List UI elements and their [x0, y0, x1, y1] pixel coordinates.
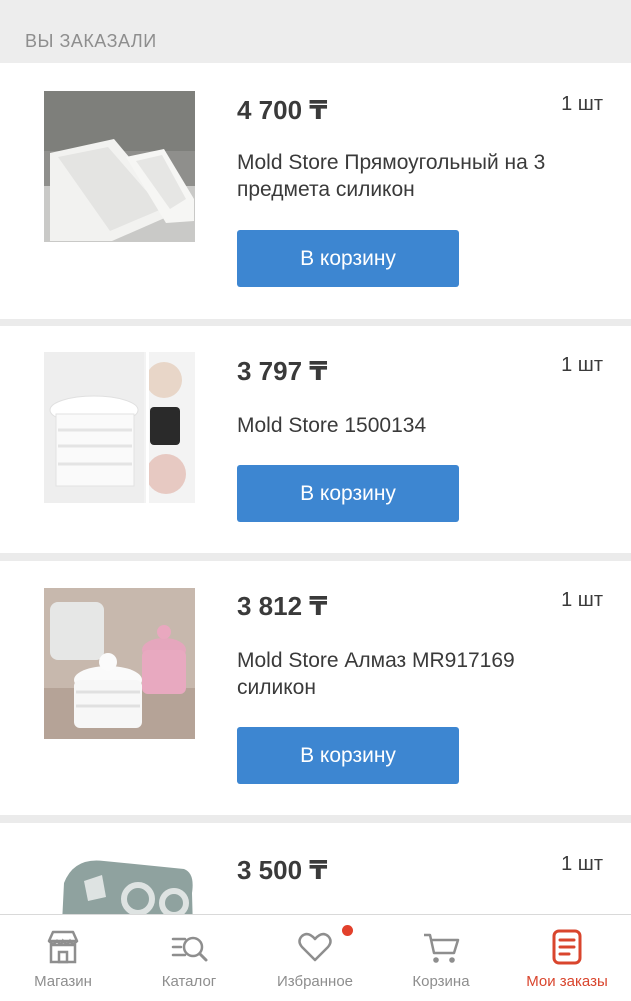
- product-price: 3 812 ₸: [237, 591, 328, 621]
- heart-icon: [295, 925, 353, 967]
- tab-favorites[interactable]: Избранное: [252, 915, 378, 1001]
- cart-icon: [421, 927, 461, 967]
- tab-favorites-label: Избранное: [276, 973, 354, 990]
- tab-shop[interactable]: Магазин: [0, 915, 126, 1001]
- product-title[interactable]: Mold Store Алмаз MR917169 силикон: [237, 647, 597, 701]
- jar-mold-collage-image[interactable]: [44, 352, 195, 503]
- product-price: 3 500 ₸: [237, 855, 328, 885]
- product-quantity: 1 шт: [561, 853, 603, 875]
- tab-cart-label: Корзина: [412, 973, 470, 990]
- add-to-cart-button[interactable]: В корзину: [237, 727, 459, 784]
- diamond-jar-mold-image[interactable]: [44, 588, 195, 739]
- tab-catalog-label: Каталог: [161, 973, 217, 990]
- product-title[interactable]: Mold Store 1500134: [237, 412, 597, 439]
- order-card: 3 812 ₸ 1 шт Mold Store Алмаз MR917169 с…: [0, 561, 631, 815]
- catalog-search-icon: [169, 927, 209, 967]
- orders-icon: [547, 927, 587, 967]
- section-title: ВЫ ЗАКАЗАЛИ: [25, 31, 157, 51]
- product-price: 4 700 ₸: [237, 95, 328, 125]
- product-price: 3 797 ₸: [237, 356, 328, 386]
- order-card: 4 700 ₸ 1 шт Mold Store Прямоугольный на…: [0, 63, 631, 319]
- order-card: 3 500 ₸ 1 шт: [0, 823, 631, 914]
- tab-my-orders-label: Мои заказы: [526, 973, 608, 990]
- bottom-tab-bar: Магазин Каталог Избранное Корзина Мои за…: [0, 914, 631, 1001]
- rectangular-silicone-mold-image[interactable]: [44, 91, 195, 242]
- order-card: 3 797 ₸ 1 шт Mold Store 1500134 В корзин…: [0, 326, 631, 553]
- add-to-cart-button[interactable]: В корзину: [237, 465, 459, 522]
- product-title[interactable]: Mold Store Прямоугольный на 3 предмета с…: [237, 149, 597, 203]
- orders-section-header: ВЫ ЗАКАЗАЛИ: [0, 0, 631, 63]
- shop-icon: [43, 927, 83, 967]
- product-quantity: 1 шт: [561, 93, 603, 115]
- tab-shop-label: Магазин: [34, 973, 92, 990]
- notification-badge: [342, 925, 353, 936]
- tab-catalog[interactable]: Каталог: [126, 915, 252, 1001]
- tab-cart[interactable]: Корзина: [378, 915, 504, 1001]
- tab-my-orders[interactable]: Мои заказы: [504, 915, 630, 1001]
- grey-silicone-mold-image[interactable]: [44, 853, 195, 914]
- add-to-cart-button[interactable]: В корзину: [237, 230, 459, 287]
- product-quantity: 1 шт: [561, 354, 603, 376]
- product-quantity: 1 шт: [561, 589, 603, 611]
